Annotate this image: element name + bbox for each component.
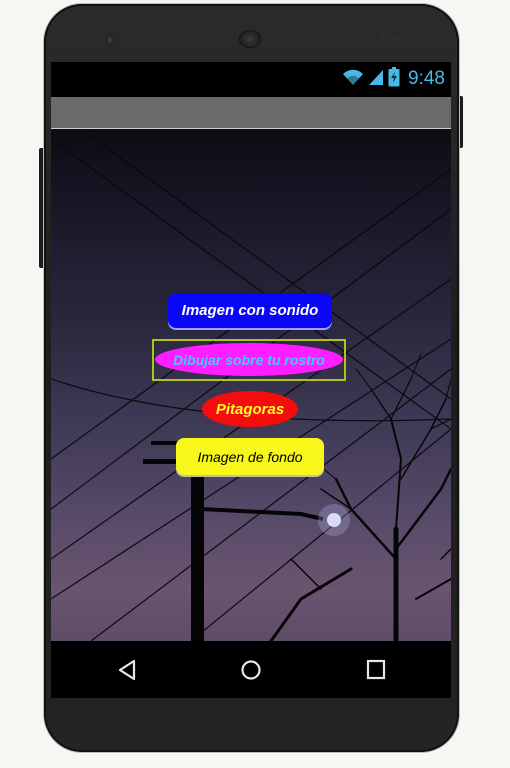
- light-sensor: [393, 36, 399, 42]
- dibujar-sobre-tu-rostro-button[interactable]: Dibujar sobre tu rostro: [155, 343, 343, 376]
- background-image: Imagen con sonido Dibujar sobre tu rostr…: [51, 129, 451, 641]
- back-icon[interactable]: [117, 659, 137, 686]
- imagen-de-fondo-button[interactable]: Imagen de fondo: [176, 438, 324, 475]
- battery-icon: [388, 66, 400, 92]
- navigation-bar: [51, 641, 451, 698]
- status-bar: 9:48: [51, 62, 451, 97]
- screen: 9:48 Imagen con sonido Dibujar sobre tu …: [51, 62, 451, 698]
- earpiece-speaker: [239, 30, 261, 48]
- signal-icon: [368, 68, 384, 91]
- pitagoras-button[interactable]: Pitagoras: [202, 391, 298, 427]
- background-scene: [51, 129, 451, 641]
- proximity-sensor: [380, 36, 386, 42]
- status-time: 9:48: [408, 68, 445, 89]
- home-icon[interactable]: [240, 659, 262, 686]
- imagen-con-sonido-button[interactable]: Imagen con sonido: [168, 293, 332, 328]
- title-bar: [51, 97, 451, 129]
- front-camera-icon: [105, 35, 115, 45]
- wifi-icon: [342, 68, 364, 91]
- recents-icon[interactable]: [366, 659, 386, 686]
